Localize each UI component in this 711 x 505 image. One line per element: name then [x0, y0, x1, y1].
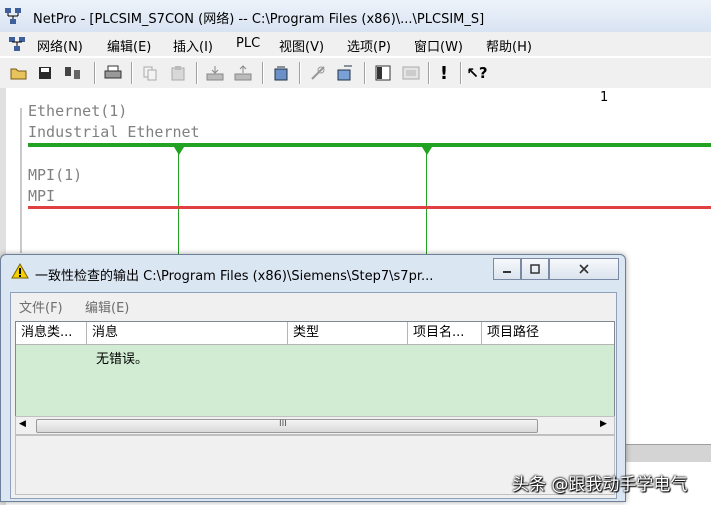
dialog-menu-file[interactable]: 文件(F)	[19, 297, 63, 316]
toolbar-separator	[196, 62, 198, 84]
toolbar-separator	[262, 62, 264, 84]
print-icon[interactable]	[102, 62, 124, 84]
scroll-left-icon[interactable]: ◀	[19, 419, 26, 429]
consistency-check-icon[interactable]: !	[433, 62, 455, 84]
ethernet-node-drop[interactable]	[426, 150, 427, 258]
dialog-menu-edit[interactable]: 编辑(E)	[85, 297, 129, 316]
mpi-bus-line[interactable]	[28, 206, 711, 209]
ethernet-subnet-name[interactable]: Ethernet(1)	[28, 102, 127, 120]
consistency-check-dialog: 一致性检查的输出 C:\Program Files (x86)\Siemens\…	[0, 254, 626, 502]
column-header-message[interactable]: 消息	[87, 322, 288, 344]
canvas-bottom-band	[626, 444, 711, 462]
ethernet-node-connector[interactable]	[422, 147, 432, 155]
ethernet-subnet-type[interactable]: Industrial Ethernet	[28, 123, 200, 141]
toolbar: ! ↖?	[0, 57, 711, 89]
network-window-icon[interactable]	[8, 36, 26, 52]
column-header-project-name[interactable]: 项目名...	[408, 322, 482, 344]
zoom-icon[interactable]	[400, 62, 422, 84]
mpi-subnet-name[interactable]: MPI(1)	[28, 166, 82, 184]
open-folder-icon[interactable]	[8, 62, 30, 84]
scroll-right-icon[interactable]: ▶	[600, 419, 607, 429]
mpi-subnet-type[interactable]: MPI	[28, 187, 55, 205]
dialog-title: 一致性检查的输出 C:\Program Files (x86)\Siemens\…	[35, 269, 434, 284]
column-header-message-type[interactable]: 消息类...	[16, 322, 87, 344]
table-row[interactable]: 无错误。	[16, 345, 614, 367]
message-cell: 无错误。	[96, 352, 149, 367]
upload-icon[interactable]	[232, 62, 254, 84]
network-settings-icon[interactable]	[62, 62, 84, 84]
maximize-button[interactable]	[521, 258, 549, 280]
save-icon[interactable]	[34, 62, 56, 84]
copy-icon[interactable]	[139, 62, 161, 84]
menu-edit[interactable]: 编辑(E)	[107, 36, 151, 55]
scroll-grip: III	[279, 419, 287, 429]
connection-icon[interactable]	[307, 62, 329, 84]
scrollbar-thumb[interactable]: III	[36, 419, 538, 433]
toolbar-separator	[299, 62, 301, 84]
warning-icon	[11, 262, 29, 279]
close-button[interactable]	[549, 258, 619, 280]
menu-options[interactable]: 选项(P)	[347, 36, 391, 55]
paste-icon[interactable]	[167, 62, 189, 84]
menu-bar: 网络(N) 编辑(E) 插入(I) PLC 视图(V) 选项(P) 窗口(W) …	[0, 32, 711, 56]
dialog-body: 文件(F) 编辑(E) 消息类... 消息 类型 项目名... 项目路径 无错误…	[10, 292, 617, 499]
horizontal-scrollbar[interactable]: ◀ III ▶	[15, 416, 615, 435]
table-header: 消息类... 消息 类型 项目名... 项目路径	[16, 322, 614, 345]
ethernet-node-connector[interactable]	[174, 147, 184, 155]
download-icon[interactable]	[204, 62, 226, 84]
title-bar: NetPro - [PLCSIM_S7CON (网络) -- C:\Progra…	[0, 0, 711, 33]
toolbar-separator	[460, 62, 462, 84]
menu-window[interactable]: 窗口(W)	[414, 36, 463, 55]
toolbar-separator	[131, 62, 133, 84]
column-header-type[interactable]: 类型	[288, 322, 408, 344]
message-table: 消息类... 消息 类型 项目名... 项目路径 无错误。	[15, 321, 615, 417]
toolbar-separator	[364, 62, 366, 84]
menu-plc[interactable]: PLC	[236, 36, 260, 51]
column-header-project-path[interactable]: 项目路径	[482, 322, 614, 344]
canvas-frame	[20, 108, 22, 253]
minimize-button[interactable]	[493, 258, 521, 280]
properties-icon[interactable]	[334, 62, 356, 84]
toolbar-separator	[428, 62, 430, 84]
menu-insert[interactable]: 插入(I)	[173, 36, 213, 55]
help-context-icon[interactable]: ↖?	[466, 62, 488, 84]
configure-icon[interactable]	[270, 62, 292, 84]
menu-help[interactable]: 帮助(H)	[486, 36, 532, 55]
toolbar-separator	[94, 62, 96, 84]
ethernet-bus-line[interactable]	[28, 143, 711, 147]
watermark: 头条 @跟我动手学电气	[512, 475, 688, 495]
ethernet-node-drop[interactable]	[178, 150, 179, 258]
column-number: 1	[600, 90, 609, 105]
menu-view[interactable]: 视图(V)	[279, 36, 324, 55]
netpro-app-icon	[4, 7, 22, 25]
window-title: NetPro - [PLCSIM_S7CON (网络) -- C:\Progra…	[33, 12, 485, 27]
menu-network[interactable]: 网络(N)	[37, 36, 83, 55]
catalog-icon[interactable]	[372, 62, 394, 84]
